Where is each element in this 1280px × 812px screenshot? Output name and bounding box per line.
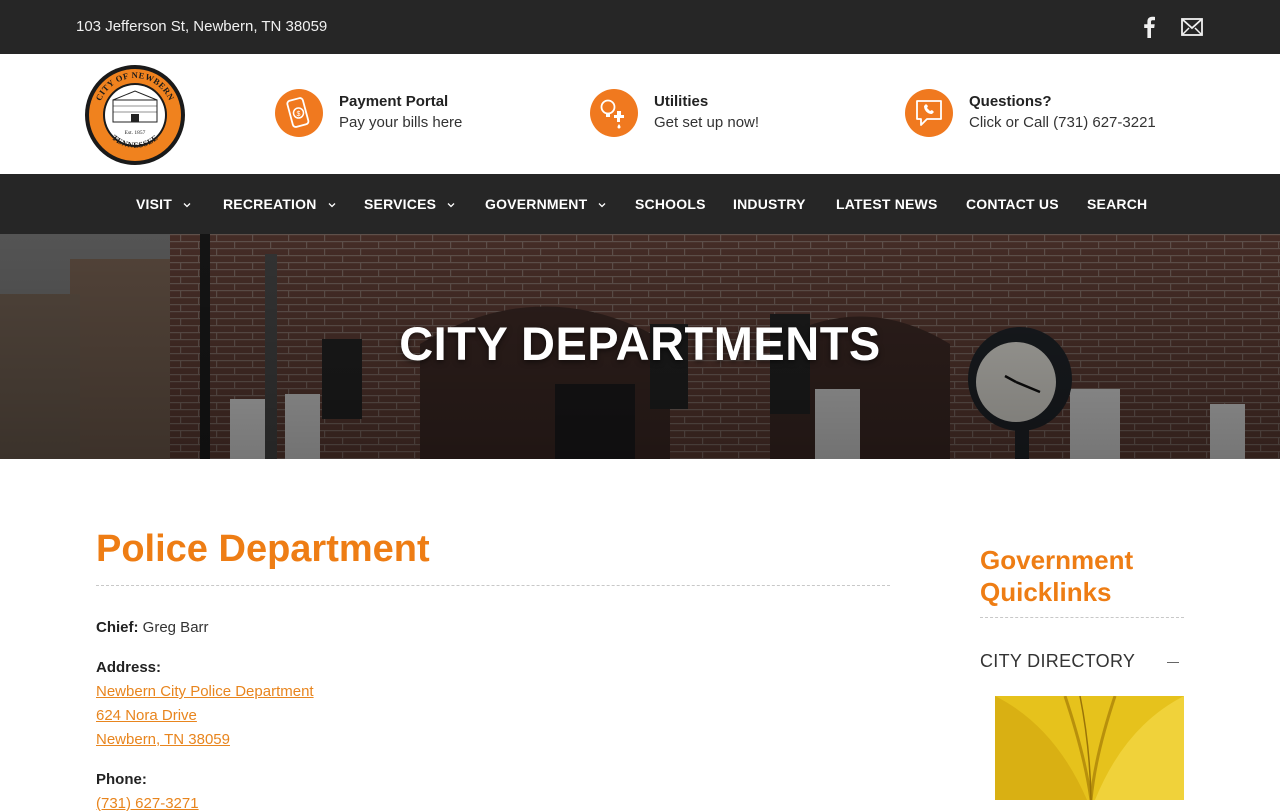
chevron-down-icon	[183, 203, 191, 208]
chevron-down-icon	[447, 203, 455, 208]
svg-text:$: $	[297, 111, 301, 118]
nav-item-visit[interactable]: VISIT	[136, 174, 192, 234]
chat-phone-icon	[905, 89, 953, 137]
phone-payment-icon: $	[275, 89, 323, 137]
title-divider	[96, 585, 890, 586]
nav-item-search[interactable]: SEARCH	[1087, 174, 1147, 234]
nav-government-label: GOVERNMENT	[485, 196, 588, 212]
mail-icon[interactable]	[1181, 18, 1203, 36]
logo-est-text: Est. 1857	[125, 130, 146, 136]
address-line-1[interactable]: Newbern City Police Department	[96, 683, 314, 700]
chevron-down-icon	[328, 203, 335, 208]
questions-subtitle: Click or Call (731) 627-3221	[969, 114, 1156, 131]
phone-link[interactable]: (731) 627-3271	[96, 795, 199, 812]
nav-item-latest-news[interactable]: LATEST NEWS	[836, 174, 938, 234]
chief-label: Chief:	[96, 619, 139, 636]
city-directory-label: CITY DIRECTORY	[980, 651, 1136, 671]
address-line-2[interactable]: 624 Nora Drive	[96, 707, 197, 724]
hero-title: CITY DEPARTMENTS	[399, 317, 881, 370]
directory-book-image[interactable]	[995, 696, 1184, 800]
nav-item-government[interactable]: GOVERNMENT	[485, 174, 607, 234]
address-link[interactable]: Newbern City Police Department	[96, 683, 314, 700]
utilities-subtitle: Get set up now!	[654, 114, 760, 131]
nav-services-label: SERVICES	[364, 196, 437, 212]
sidebar-divider	[980, 617, 1184, 618]
nav-item-contact-us[interactable]: CONTACT US	[966, 174, 1059, 234]
address-link[interactable]: 624 Nora Drive	[96, 707, 197, 724]
facebook-icon[interactable]	[1141, 16, 1157, 38]
phone-row[interactable]: (731) 627-3271	[96, 795, 199, 812]
payment-portal-title: Payment Portal	[339, 93, 449, 110]
nav-recreation-label: RECREATION	[223, 196, 317, 212]
address-label-row: Address:	[96, 659, 161, 676]
nav-item-industry[interactable]: INDUSTRY	[733, 174, 806, 234]
address-line-3[interactable]: Newbern, TN 38059	[96, 731, 230, 748]
top-bar: 103 Jefferson St, Newbern, TN 38059	[0, 0, 1280, 54]
chief-value: Greg Barr	[142, 619, 209, 636]
sidebar-title: Government Quicklinks	[980, 545, 1134, 607]
chief-row: Chief: Greg Barr	[96, 619, 209, 636]
page-title: Police Department	[96, 528, 430, 570]
top-address: 103 Jefferson St, Newbern, TN 38059	[76, 18, 328, 35]
site-header: Est. 1857 CITY OF NEWBERN TENNESSEE $ Pa…	[0, 54, 1280, 174]
payment-portal-subtitle: Pay your bills here	[339, 114, 463, 131]
phone-label: Phone:	[96, 771, 147, 788]
address-label: Address:	[96, 659, 162, 676]
nav-item-services[interactable]: SERVICES	[364, 174, 456, 234]
chevron-down-icon	[598, 203, 606, 208]
phone-label-row: Phone:	[96, 771, 147, 788]
collapse-minus-icon[interactable]	[1167, 662, 1179, 663]
questions-title: Questions?	[969, 93, 1052, 110]
nav-visit-label: VISIT	[136, 196, 173, 212]
nav-item-schools[interactable]: SCHOOLS	[635, 174, 706, 234]
utilities-icon	[590, 89, 638, 137]
city-logo[interactable]: Est. 1857 CITY OF NEWBERN TENNESSEE	[84, 64, 186, 166]
hero-banner: CITY DEPARTMENTS	[0, 234, 1280, 459]
utilities-title: Utilities	[654, 93, 709, 110]
address-link[interactable]: Newbern, TN 38059	[96, 731, 230, 748]
nav-item-recreation[interactable]: RECREATION	[223, 174, 337, 234]
main-nav: VISIT RECREATION SERVICES GOVERNMENT SCH…	[0, 174, 1280, 234]
city-directory-toggle[interactable]: CITY DIRECTORY	[980, 651, 1184, 672]
